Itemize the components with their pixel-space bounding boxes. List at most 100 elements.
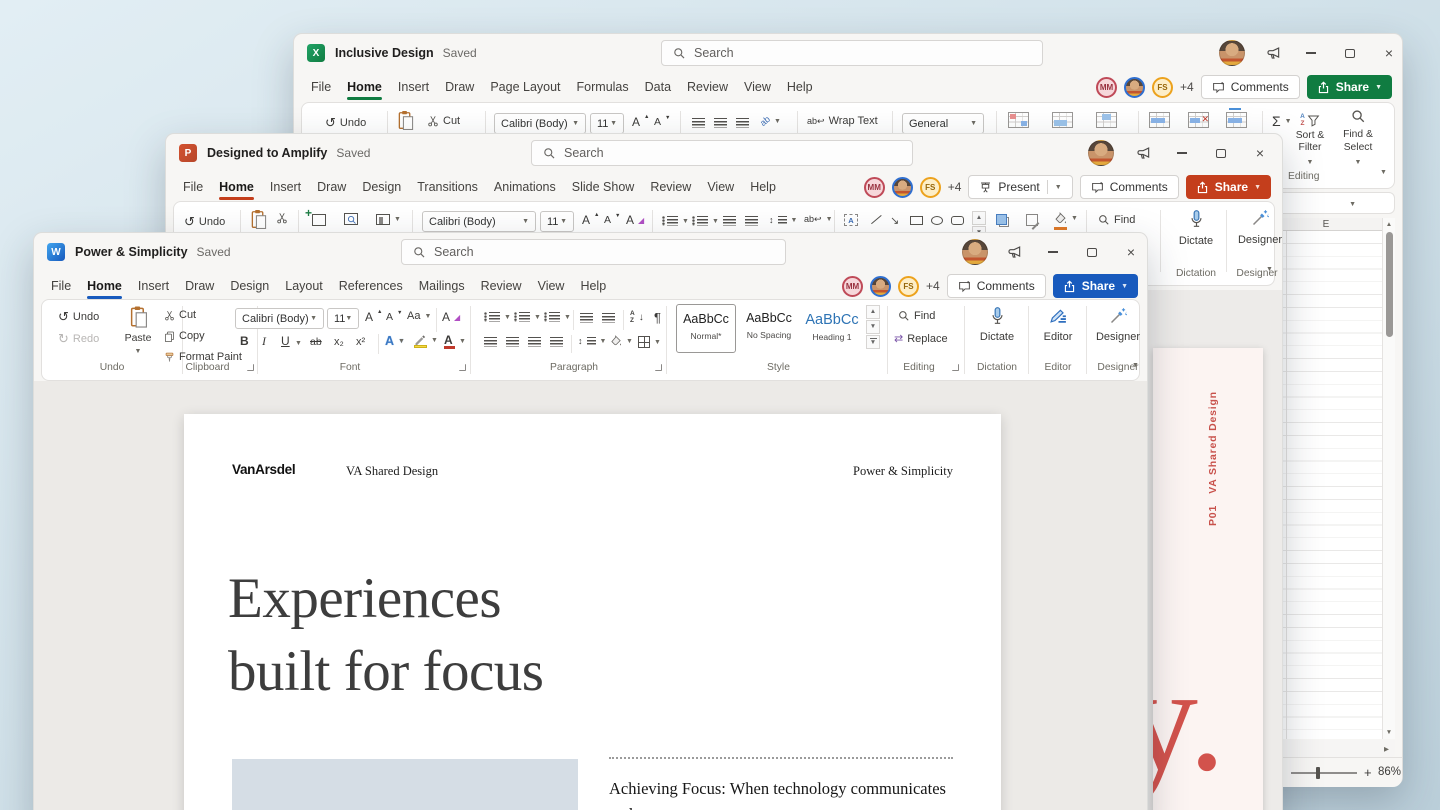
style-normal[interactable]: AaBbCc Normal* [676, 304, 736, 353]
ppt-font-name-select[interactable]: Calibri (Body) ▼ [422, 211, 536, 232]
sort-button[interactable]: A Z ↓ [630, 310, 644, 325]
powerpoint-search-input[interactable]: Search [531, 140, 913, 166]
ppt-tab-design[interactable]: Design [354, 172, 409, 201]
shape-line[interactable] [870, 214, 883, 225]
excel-tab-home[interactable]: Home [339, 72, 390, 101]
word-tab-draw[interactable]: Draw [177, 271, 222, 300]
presence-avatar-photo[interactable] [891, 176, 913, 198]
cut-button[interactable]: Cut [164, 309, 196, 321]
ppt-tab-animations[interactable]: Animations [486, 172, 564, 201]
editor-button[interactable]: Editor [1034, 307, 1082, 343]
clear-formatting-button[interactable]: A ◢ [626, 213, 644, 227]
presence-avatar-mm[interactable]: MM [842, 275, 863, 297]
ppt-tab-review[interactable]: Review [642, 172, 699, 201]
scrollbar-thumb[interactable] [1386, 232, 1393, 337]
bullets-button[interactable]: ▼ [662, 216, 689, 226]
increase-indent-button[interactable] [602, 313, 615, 323]
ppt-tab-insert[interactable]: Insert [262, 172, 309, 201]
excel-undo-button[interactable]: ↺ Undo [325, 115, 366, 131]
find-select-button[interactable]: Find & Select ▼ [1336, 109, 1380, 167]
minimize-button[interactable] [1165, 134, 1199, 172]
ppt-cut-button[interactable] [276, 212, 288, 224]
doc-image-placeholder[interactable] [232, 759, 578, 810]
ribbon-collapse-chevron[interactable]: ▼ [1266, 266, 1273, 273]
underline-button[interactable]: U [281, 334, 290, 348]
presence-avatar-fs[interactable]: FS [898, 275, 919, 297]
excel-cut-button[interactable]: Cut [427, 115, 460, 127]
insert-cells-button[interactable] [1149, 112, 1170, 128]
highlight-button[interactable]: ▼ [414, 333, 438, 348]
ppt-tab-help[interactable]: Help [742, 172, 784, 201]
align-center-button[interactable] [506, 337, 519, 347]
style-heading-1[interactable]: AaBbCc Heading 1 [802, 304, 862, 353]
dictate-button[interactable]: Dictate [970, 305, 1024, 343]
justify-button[interactable] [550, 337, 563, 347]
excel-column-header-e[interactable]: E [1311, 219, 1341, 230]
bullets-button[interactable]: ▼ [484, 312, 511, 322]
find-button[interactable]: Find [898, 310, 935, 322]
share-button[interactable]: Share ▼ [1185, 175, 1271, 199]
numbering-button[interactable]: ▼ [692, 216, 719, 226]
align-middle-button[interactable] [714, 118, 727, 128]
grow-font-button[interactable]: A ▲ [582, 212, 599, 227]
editing-dialog-launcher[interactable] [952, 364, 959, 371]
presence-avatar-photo[interactable] [1124, 76, 1145, 98]
scroll-up-arrow[interactable]: ▲ [1383, 221, 1395, 228]
share-button[interactable]: Share ▼ [1052, 274, 1138, 298]
word-font-size-select[interactable]: 11 ▼ [327, 308, 359, 329]
word-tab-help[interactable]: Help [572, 271, 614, 300]
word-font-name-select[interactable]: Calibri (Body) ▼ [235, 308, 324, 329]
ppt-designer-button[interactable]: Designer [1232, 208, 1288, 246]
word-tab-mailings[interactable]: Mailings [411, 271, 473, 300]
presence-avatar-mm[interactable]: MM [863, 176, 885, 198]
zoom-slider-handle[interactable] [1316, 767, 1320, 779]
designer-button[interactable]: Designer [1090, 307, 1146, 343]
underline-options-chevron[interactable]: ▼ [295, 340, 302, 347]
line-spacing-button[interactable]: ↕ ▼ [578, 336, 606, 346]
arrange-button[interactable] [996, 214, 1009, 227]
text-box-button[interactable]: A [844, 214, 858, 226]
word-tab-references[interactable]: References [331, 271, 411, 300]
shading-button[interactable]: ▼ [610, 335, 633, 347]
share-button[interactable]: Share ▼ [1306, 75, 1392, 99]
conditional-formatting-button[interactable] [1008, 112, 1029, 128]
presence-avatar-mm[interactable]: MM [1096, 76, 1117, 98]
excel-tab-help[interactable]: Help [779, 72, 821, 101]
style-gallery-more[interactable]: ▼ [866, 335, 880, 349]
minimize-button[interactable] [1036, 233, 1070, 271]
paste-button[interactable]: Paste ▼ [118, 305, 158, 356]
word-titlebar-avatar[interactable] [962, 239, 988, 265]
excel-font-name-select[interactable]: Calibri (Body) ▼ [494, 113, 586, 134]
vertical-scrollbar[interactable]: ▲ ▼ [1382, 218, 1395, 739]
ppt-find-button[interactable]: Find [1098, 214, 1135, 226]
multilevel-list-button[interactable]: ▼ [544, 312, 571, 322]
ppt-undo-button[interactable]: ↺ Undo [184, 214, 225, 230]
cell-styles-button[interactable] [1096, 112, 1117, 128]
maximize-button[interactable] [1333, 34, 1367, 72]
grow-font-button[interactable]: A ▲ [632, 114, 649, 129]
formula-bar-expand-chevron[interactable]: ▼ [1349, 201, 1356, 208]
excel-tab-insert[interactable]: Insert [390, 72, 437, 101]
align-left-button[interactable] [484, 337, 497, 347]
style-gallery-up[interactable]: ▲ [866, 305, 880, 319]
copy-button[interactable]: Copy [164, 330, 205, 342]
word-tab-home[interactable]: Home [79, 271, 130, 300]
strikethrough-button[interactable]: ab [310, 336, 322, 348]
italic-button[interactable]: I [262, 334, 266, 349]
sort-filter-button[interactable]: AZ Sort & Filter ▼ [1288, 109, 1332, 167]
comments-button[interactable]: Comments [1200, 75, 1300, 99]
scroll-down-arrow[interactable]: ▼ [1383, 729, 1395, 736]
ppt-tab-home[interactable]: Home [211, 172, 262, 201]
ppt-tab-file[interactable]: File [175, 172, 211, 201]
comments-button[interactable]: Comments [1079, 175, 1179, 199]
style-gallery-scroll[interactable]: ▲ ▼ ▼ [866, 305, 880, 349]
presence-avatar-photo[interactable] [870, 275, 891, 297]
format-cells-button[interactable] [1226, 108, 1247, 128]
shape-fill-button[interactable]: ▼ [1054, 212, 1078, 230]
ppt-font-size-select[interactable]: 11 ▼ [540, 211, 574, 232]
font-dialog-launcher[interactable] [459, 364, 466, 371]
delete-cells-button[interactable]: ✕ [1188, 112, 1209, 128]
replace-button[interactable]: ⇄ Replace [894, 332, 948, 346]
number-format-select[interactable]: General ▼ [902, 113, 984, 134]
font-color-button[interactable]: A ▼ [444, 333, 466, 349]
